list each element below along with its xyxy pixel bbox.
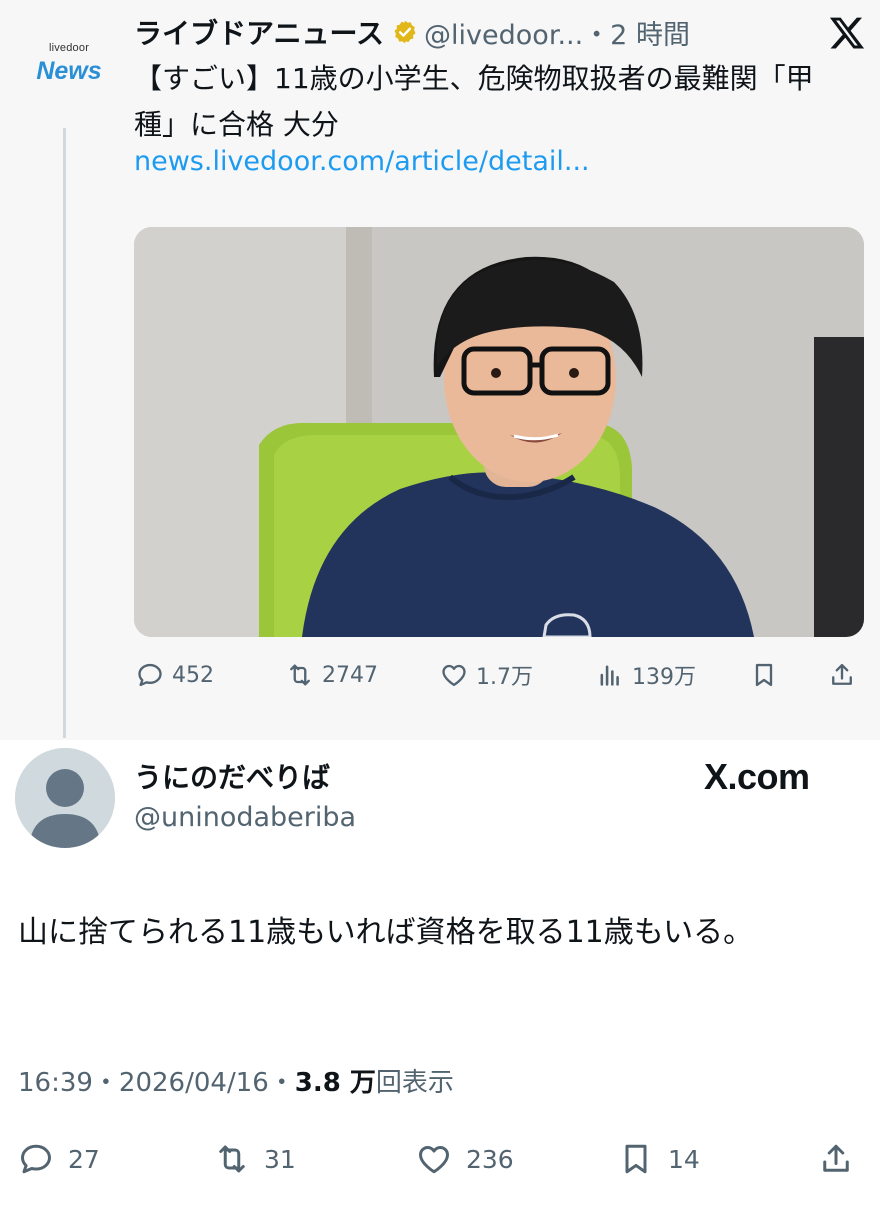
- reply-timestamp[interactable]: 16:39・2026/04/16・: [18, 1068, 295, 1098]
- reply-views-label: 回表示: [375, 1068, 454, 1098]
- like-count: 236: [466, 1144, 514, 1174]
- x-logo-icon[interactable]: [828, 14, 866, 52]
- livedoor-news-logo[interactable]: livedoor News: [24, 42, 114, 86]
- bookmark-count: 14: [668, 1144, 700, 1174]
- verified-badge-icon: [394, 20, 416, 44]
- quoted-handle-and-time[interactable]: @livedoor...・2 時間: [424, 13, 690, 52]
- like-icon: [442, 664, 466, 687]
- reply-author-name[interactable]: うにのだべりば: [134, 756, 330, 796]
- source-watermark: X.com: [704, 756, 810, 797]
- bookmark-icon: [755, 663, 773, 687]
- share-action[interactable]: [818, 1136, 868, 1182]
- views-icon: [600, 665, 619, 686]
- reply-count: 27: [68, 1144, 100, 1174]
- reply-tweet-actions: 27 31 236 14: [18, 1136, 864, 1182]
- retweet-icon: [219, 1145, 245, 1173]
- logo-big-text: News: [36, 57, 102, 85]
- quoted-tweet-header: ライブドアニュース @livedoor...・2 時間: [134, 10, 690, 54]
- retweet-count: 31: [264, 1144, 296, 1174]
- reply-icon: [138, 663, 162, 687]
- quoted-tweet-photo[interactable]: [134, 227, 864, 637]
- like-action[interactable]: 236: [416, 1136, 514, 1182]
- quoted-retweet-count: 2747: [322, 662, 378, 688]
- quoted-views-action[interactable]: 139万: [596, 652, 696, 698]
- quoted-like-count: 1.7万: [476, 665, 533, 690]
- reply-action[interactable]: 27: [18, 1136, 100, 1182]
- reply-views-count: 3.8 万: [294, 1068, 376, 1098]
- share-icon: [832, 663, 852, 685]
- quoted-article-link[interactable]: news.livedoor.com/article/detail...: [134, 146, 590, 177]
- logo-small-text: livedoor: [48, 42, 90, 54]
- quoted-retweet-action[interactable]: 2747: [286, 652, 378, 698]
- like-icon: [419, 1145, 449, 1174]
- quoted-reply-count: 452: [172, 662, 214, 688]
- quoted-author-name[interactable]: ライブドアニュース: [134, 12, 384, 52]
- quoted-tweet-text: 【すごい】11歳の小学生、危険物取扱者の最難関「甲種」に合格 大分: [134, 62, 814, 141]
- quoted-views-count: 139万: [632, 665, 696, 690]
- quoted-tweet[interactable]: livedoor News ライブドアニュース @livedoor...・2 時…: [0, 0, 880, 740]
- boy-photo-illustration: [134, 227, 864, 637]
- reply-tweet-text: 山に捨てられる11歳もいれば資格を取る11歳もいる。: [18, 915, 754, 950]
- share-icon: [823, 1144, 849, 1172]
- quoted-reply-action[interactable]: 452: [136, 652, 214, 698]
- reply-icon: [21, 1144, 51, 1174]
- reply-author-handle[interactable]: @uninodaberiba: [134, 802, 356, 833]
- avatar[interactable]: [15, 748, 115, 848]
- bookmark-action[interactable]: 14: [618, 1136, 700, 1182]
- reply-tweet-meta: 16:39・2026/04/16・3.8 万回表示: [18, 1062, 454, 1099]
- quoted-bookmark-action[interactable]: [750, 652, 786, 698]
- quoted-tweet-actions: 452 2747 1.7万 139万: [134, 652, 864, 698]
- thread-connector-line: [63, 128, 66, 738]
- bookmark-icon: [625, 1144, 647, 1174]
- quoted-like-action[interactable]: 1.7万: [440, 652, 533, 698]
- default-avatar-icon: [15, 748, 115, 848]
- quoted-share-action[interactable]: [828, 652, 864, 698]
- retweet-icon: [290, 664, 310, 686]
- retweet-action[interactable]: 31: [214, 1136, 296, 1182]
